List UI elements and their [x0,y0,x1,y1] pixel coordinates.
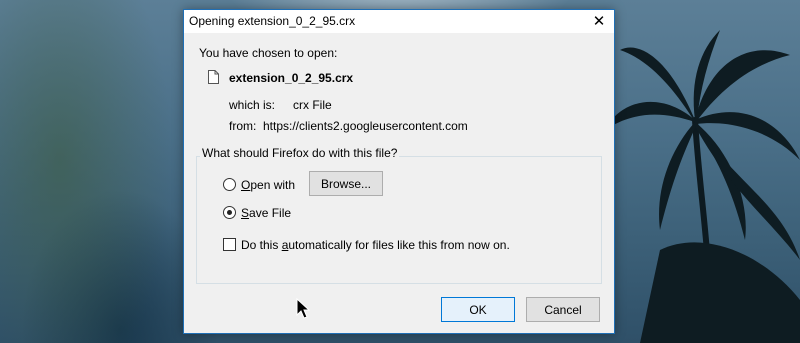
action-groupbox [196,156,602,284]
dialog-title: Opening extension_0_2_95.crx [189,14,356,28]
open-with-label-rest: pen with [250,178,296,192]
ok-button[interactable]: OK [441,297,515,322]
auto-checkbox[interactable] [223,238,236,251]
from-value: https://clients2.googleusercontent.com [263,119,468,133]
which-is-label: which is: [229,98,276,112]
palm-tree-wallpaper [605,30,800,343]
open-with-label[interactable]: Open with [241,178,295,192]
download-dialog: Opening extension_0_2_95.crx ✕ You have … [183,9,615,334]
cancel-button[interactable]: Cancel [526,297,600,322]
intro-text: You have chosen to open: [199,46,338,60]
open-with-radio[interactable] [223,178,236,191]
auto-label[interactable]: Do this automatically for files like thi… [241,238,510,252]
close-icon[interactable]: ✕ [592,10,606,33]
mouse-pointer-icon [296,298,310,319]
save-file-label[interactable]: Save File [241,206,291,220]
save-file-radio[interactable] [223,206,236,219]
action-question: What should Firefox do with this file? [200,146,400,160]
which-is-value: crx File [293,98,332,112]
save-file-label-rest: ave File [249,206,292,220]
dialog-titlebar: Opening extension_0_2_95.crx ✕ [184,10,614,33]
file-icon [208,70,219,84]
from-label: from: [229,119,257,133]
browse-button[interactable]: Browse... [309,171,383,196]
file-name: extension_0_2_95.crx [229,71,354,85]
